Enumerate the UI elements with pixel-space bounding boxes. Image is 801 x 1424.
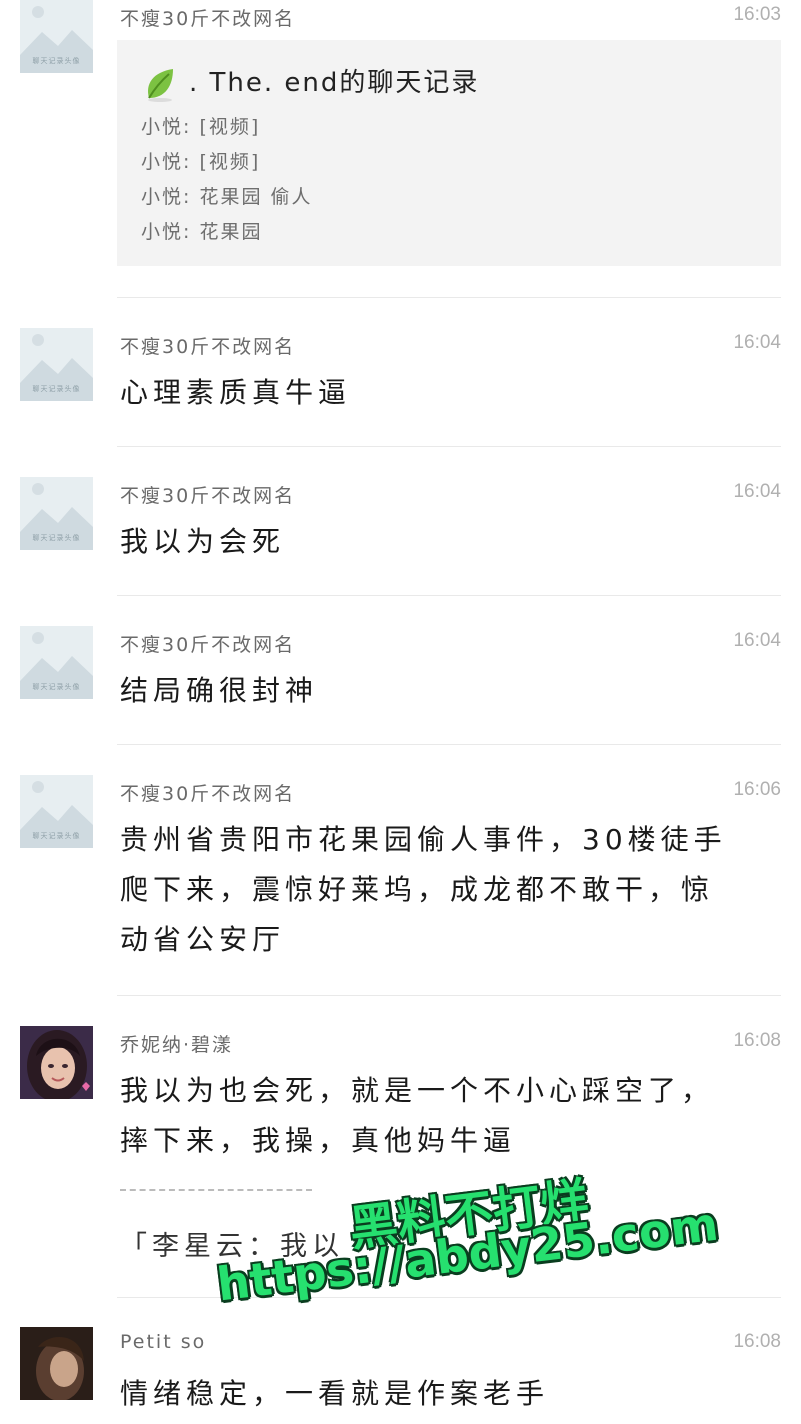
divider bbox=[117, 595, 781, 596]
avatar-caption: 聊天记录头像 bbox=[32, 534, 81, 542]
quote-separator bbox=[120, 1189, 312, 1191]
avatar-caption: 聊天记录头像 bbox=[32, 57, 81, 65]
message-text: 情绪稳定，一看就是作案老手 bbox=[120, 1377, 550, 1410]
timestamp: 16:08 bbox=[733, 1331, 781, 1352]
divider bbox=[117, 297, 781, 298]
message-text-line: 摔下来，我操，真他妈牛逼 bbox=[120, 1124, 517, 1157]
card-title: . The. end的聊天记录 bbox=[189, 68, 480, 98]
card-line: 小悦: [视频] bbox=[141, 151, 261, 173]
avatar[interactable] bbox=[20, 1026, 93, 1099]
sender-name: 乔妮纳·碧漾 bbox=[120, 1034, 234, 1056]
card-line: 小悦: 花果园 bbox=[141, 221, 263, 243]
timestamp: 16:04 bbox=[733, 630, 781, 651]
message-text: 结局确很封神 bbox=[120, 674, 319, 707]
message-text-line: 贵州省贵阳市花果园偷人事件，30楼徒手 bbox=[120, 823, 727, 856]
sender-name: 不瘦30斤不改网名 bbox=[120, 783, 296, 805]
timestamp: 16:03 bbox=[733, 4, 781, 25]
divider bbox=[117, 995, 781, 996]
avatar-caption: 聊天记录头像 bbox=[32, 385, 81, 393]
timestamp: 16:04 bbox=[733, 332, 781, 353]
avatar[interactable]: 聊天记录头像 bbox=[20, 0, 93, 73]
avatar[interactable]: 聊天记录头像 bbox=[20, 328, 93, 401]
sender-name: 不瘦30斤不改网名 bbox=[120, 336, 296, 358]
avatar[interactable]: 聊天记录头像 bbox=[20, 775, 93, 848]
sender-name: Petit so bbox=[120, 1331, 207, 1353]
leaf-icon bbox=[143, 66, 177, 106]
message-text: 我以为会死 bbox=[120, 525, 286, 558]
avatar-caption: 聊天记录头像 bbox=[32, 832, 81, 840]
message-text-line: 动省公安厅 bbox=[120, 923, 286, 956]
divider bbox=[117, 744, 781, 745]
photo-avatar-icon bbox=[20, 1327, 93, 1400]
message-text-line: 我以为也会死，就是一个不小心踩空了， bbox=[120, 1074, 715, 1107]
timestamp: 16:08 bbox=[733, 1030, 781, 1051]
timestamp: 16:06 bbox=[733, 779, 781, 800]
avatar-caption: 聊天记录头像 bbox=[32, 683, 81, 691]
chat-history-card[interactable]: . The. end的聊天记录 小悦: [视频] 小悦: [视频] 小悦: 花果… bbox=[117, 40, 781, 266]
sender-name: 不瘦30斤不改网名 bbox=[120, 485, 296, 507]
message-text-line: 爬下来，震惊好莱坞，成龙都不敢干，惊 bbox=[120, 873, 715, 906]
avatar[interactable]: 聊天记录头像 bbox=[20, 626, 93, 699]
card-line: 小悦: [视频] bbox=[141, 116, 261, 138]
divider bbox=[117, 446, 781, 447]
card-line: 小悦: 花果园 偷人 bbox=[141, 186, 313, 208]
avatar[interactable] bbox=[20, 1327, 93, 1400]
message-text: 心理素质真牛逼 bbox=[120, 376, 352, 409]
avatar[interactable]: 聊天记录头像 bbox=[20, 477, 93, 550]
timestamp: 16:04 bbox=[733, 481, 781, 502]
divider bbox=[117, 1297, 781, 1298]
sender-name: 不瘦30斤不改网名 bbox=[120, 634, 296, 656]
sender-name: 不瘦30斤不改网名 bbox=[120, 8, 296, 30]
photo-avatar-icon bbox=[20, 1026, 93, 1099]
